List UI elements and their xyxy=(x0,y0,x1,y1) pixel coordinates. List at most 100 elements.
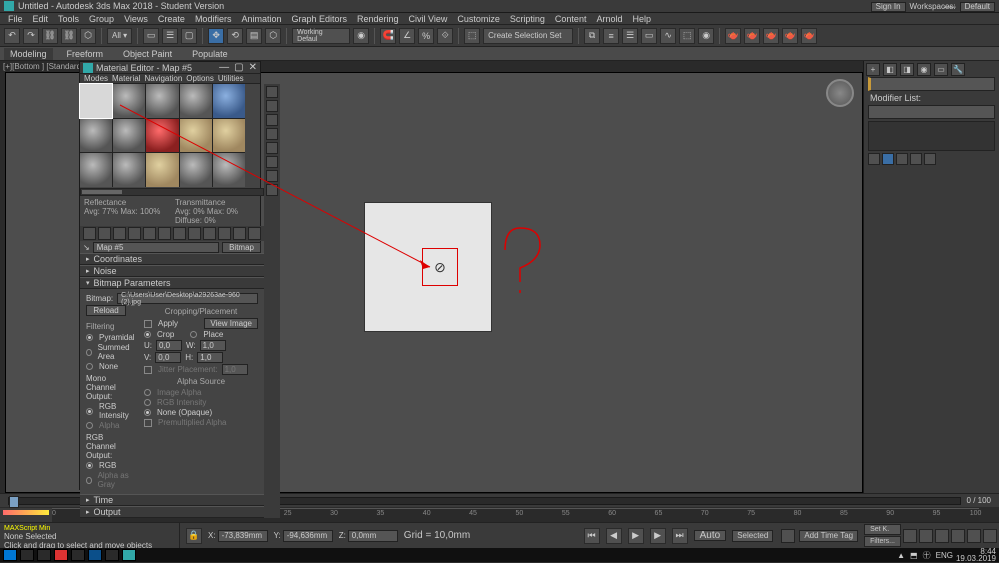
percent-snap[interactable]: % xyxy=(418,28,434,44)
scale-button[interactable]: ▤ xyxy=(246,28,262,44)
render-activeshade[interactable]: 🫖 xyxy=(801,28,817,44)
material-slot-8[interactable] xyxy=(146,119,178,153)
system-tray[interactable]: ▲ ⬒ ㊉ ENG xyxy=(897,550,953,561)
menu-scripting[interactable]: Scripting xyxy=(506,14,549,24)
menu-create[interactable]: Create xyxy=(154,14,189,24)
set-key-button[interactable]: Set K. xyxy=(864,524,901,535)
select-button[interactable]: ▭ xyxy=(143,28,159,44)
material-slot-9[interactable] xyxy=(180,119,212,153)
sample-uv[interactable] xyxy=(266,128,278,140)
premult-checkbox[interactable] xyxy=(144,419,152,427)
manage-sets[interactable]: ⬚ xyxy=(464,28,480,44)
me-menu-navigation[interactable]: Navigation xyxy=(144,74,182,83)
material-slot-6[interactable] xyxy=(80,119,112,153)
key-filters-button[interactable]: Filters... xyxy=(864,536,901,547)
next-frame[interactable]: ▶ xyxy=(650,528,666,544)
ribbon-tab-modeling[interactable]: Modeling xyxy=(4,48,53,60)
taskbar-clock[interactable]: 8:44 19.03.2019 xyxy=(956,548,996,562)
material-slot-10[interactable] xyxy=(213,119,245,153)
me-minimize[interactable]: — xyxy=(219,62,229,73)
get-material[interactable] xyxy=(83,227,96,240)
refcoord-dropdown[interactable]: Working Defaul xyxy=(292,28,350,44)
make-unique[interactable] xyxy=(896,153,908,165)
filter-none-radio[interactable] xyxy=(86,363,93,370)
rgb-rgb-radio[interactable] xyxy=(86,462,93,469)
display-tab[interactable]: ▭ xyxy=(934,63,948,76)
modify-tab[interactable]: ◧ xyxy=(883,63,897,76)
material-slot-12[interactable] xyxy=(113,153,145,187)
curve-editor[interactable]: ∿ xyxy=(660,28,676,44)
zoom-all[interactable] xyxy=(935,529,949,543)
me-menu-options[interactable]: Options xyxy=(186,74,214,83)
ribbon-tab-populate[interactable]: Populate xyxy=(186,48,234,60)
me-close[interactable]: ✕ xyxy=(249,62,257,73)
signin-dropdown[interactable]: Sign In xyxy=(871,2,906,12)
select-name-button[interactable]: ☰ xyxy=(162,28,178,44)
pin-stack[interactable] xyxy=(868,153,880,165)
view-image-button[interactable]: View Image xyxy=(204,318,258,329)
render-production[interactable]: 🫖 xyxy=(763,28,779,44)
material-slot-15[interactable] xyxy=(213,153,245,187)
goto-end[interactable]: ⏭ xyxy=(672,528,688,544)
create-tab[interactable]: + xyxy=(866,63,880,76)
pan-view[interactable] xyxy=(951,529,965,543)
move-button[interactable]: ✥ xyxy=(208,28,224,44)
taskview-button[interactable] xyxy=(20,549,34,561)
material-slot-3[interactable] xyxy=(146,84,178,118)
material-slot-2[interactable] xyxy=(113,84,145,118)
show-in-vp[interactable] xyxy=(203,227,216,240)
auto-key-button[interactable]: Auto xyxy=(694,530,727,541)
explorer-taskbar-icon[interactable] xyxy=(37,549,51,561)
rollout-bitmap-params[interactable]: Bitmap Parameters xyxy=(80,277,264,289)
menu-file[interactable]: File xyxy=(4,14,27,24)
rollout-time[interactable]: Time xyxy=(80,494,264,506)
material-slot-13[interactable] xyxy=(146,153,178,187)
rollout-coordinates[interactable]: Coordinates xyxy=(80,253,264,265)
rotate-button[interactable]: ⟲ xyxy=(227,28,243,44)
place-button[interactable]: ⬡ xyxy=(265,28,281,44)
menu-edit[interactable]: Edit xyxy=(29,14,53,24)
go-parent[interactable] xyxy=(233,227,246,240)
place-radio[interactable] xyxy=(190,331,197,338)
play-button[interactable]: ▶ xyxy=(628,528,644,544)
material-slot-5[interactable] xyxy=(213,84,245,118)
bind-button[interactable]: ⬡ xyxy=(80,28,96,44)
render-setup[interactable]: 🫖 xyxy=(725,28,741,44)
h-spinner[interactable]: 1,0 xyxy=(197,352,223,363)
menu-civilview[interactable]: Civil View xyxy=(405,14,452,24)
schematic-view[interactable]: ⬚ xyxy=(679,28,695,44)
v-spinner[interactable]: 0,0 xyxy=(155,352,181,363)
menu-group[interactable]: Group xyxy=(85,14,118,24)
object-name-field[interactable] xyxy=(868,77,995,91)
material-editor-window[interactable]: Material Editor - Map #5 — ▢ ✕ Modes Mat… xyxy=(79,61,261,490)
chrome-taskbar-icon[interactable] xyxy=(105,549,119,561)
jitter-checkbox[interactable] xyxy=(144,366,152,374)
maxscript-listener[interactable]: MAXScript Min xyxy=(4,525,175,532)
x-coord-field[interactable]: -73,839mm xyxy=(218,530,268,542)
bitmap-path-field[interactable]: C:\Users\User\Desktop\a29263ae-960 (2).j… xyxy=(117,293,258,304)
remove-modifier[interactable] xyxy=(910,153,922,165)
undo-button[interactable]: ↶ xyxy=(4,28,20,44)
u-spinner[interactable]: 0,0 xyxy=(156,340,182,351)
time-slider-thumb[interactable] xyxy=(9,496,19,508)
show-end-mat[interactable] xyxy=(218,227,231,240)
menu-content[interactable]: Content xyxy=(551,14,591,24)
make-unique-btn[interactable] xyxy=(158,227,171,240)
menu-animation[interactable]: Animation xyxy=(237,14,285,24)
menu-customize[interactable]: Customize xyxy=(453,14,504,24)
reset-map[interactable] xyxy=(128,227,141,240)
alpha-none-radio[interactable] xyxy=(144,409,151,416)
assign-to-sel[interactable] xyxy=(113,227,126,240)
add-time-tag[interactable]: Add Time Tag xyxy=(799,530,858,542)
selection-set-dropdown[interactable]: Create Selection Set xyxy=(483,28,573,44)
view-cube[interactable] xyxy=(826,79,854,107)
me-menu-modes[interactable]: Modes xyxy=(84,74,108,83)
sample-type[interactable] xyxy=(266,86,278,98)
orbit-view[interactable] xyxy=(967,529,981,543)
rendered-frame[interactable]: 🫖 xyxy=(744,28,760,44)
rollout-noise[interactable]: Noise xyxy=(80,265,264,277)
me-maximize[interactable]: ▢ xyxy=(234,62,243,73)
make-copy[interactable] xyxy=(143,227,156,240)
material-editor-button[interactable]: ◉ xyxy=(698,28,714,44)
mat-id[interactable] xyxy=(188,227,201,240)
